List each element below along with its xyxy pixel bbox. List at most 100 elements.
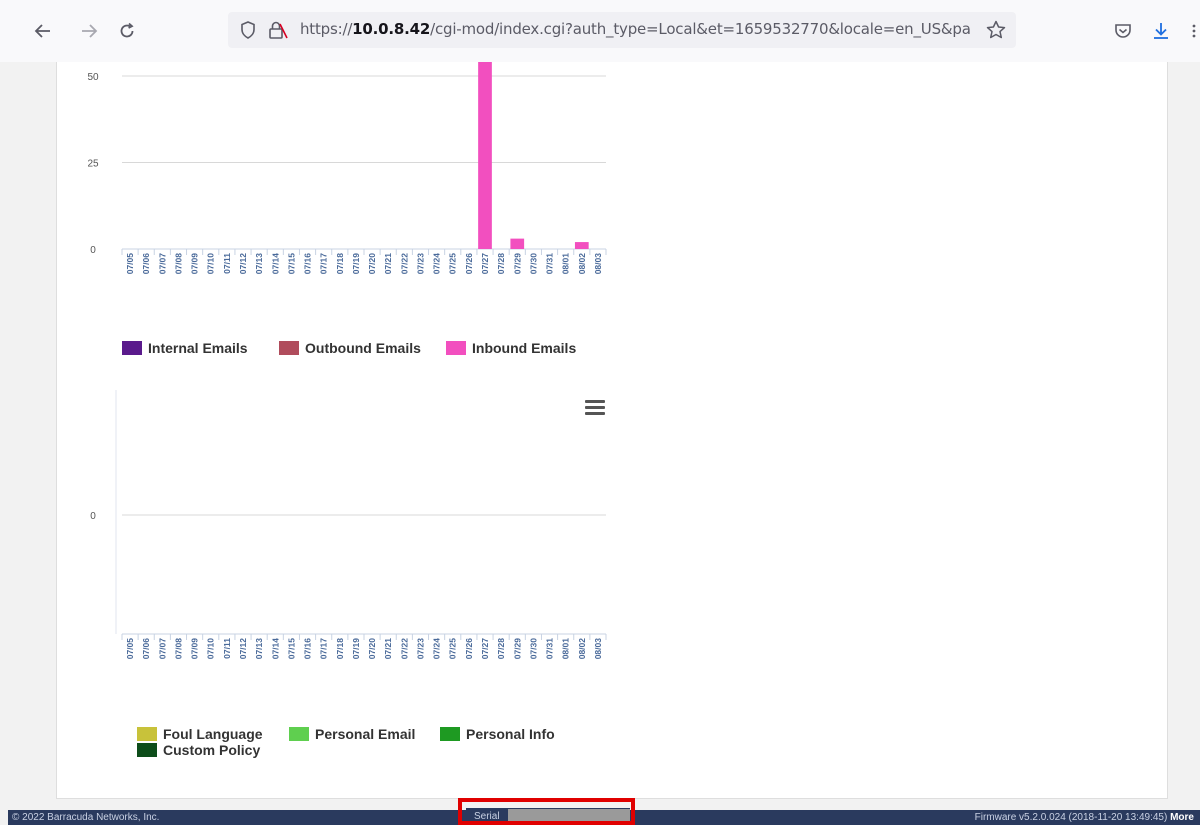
x-tick-label: 07/10 (206, 253, 216, 275)
bar (478, 62, 492, 249)
x-tick-label: 07/29 (512, 638, 522, 660)
legend-swatch (446, 341, 466, 355)
legend-item[interactable]: Outbound Emails (279, 340, 421, 356)
x-tick-label: 07/16 (303, 638, 313, 660)
copyright: © 2022 Barracuda Networks, Inc. (12, 812, 160, 823)
x-tick-label: 07/23 (415, 253, 425, 275)
lock-icon[interactable] (266, 18, 290, 42)
x-tick-label: 07/21 (383, 253, 393, 275)
charts-canvas: 0 25 50 07/05 07/06 07/07 07/08 07/09 07/10 07/11… (87, 62, 607, 660)
x-tick-label: 07/11 (222, 638, 232, 659)
legend-swatch (289, 727, 309, 741)
x-tick-label: 07/24 (432, 253, 442, 275)
legend-label: Inbound Emails (472, 340, 577, 356)
reload-icon[interactable] (114, 18, 140, 44)
x-tick-label: 07/28 (496, 253, 506, 275)
bar (574, 242, 589, 249)
x-tick-label: 07/07 (157, 253, 167, 275)
x-tick-label: 08/01 (561, 253, 571, 275)
y-tick-label: 50 (87, 72, 99, 83)
x-tick-label: 07/27 (480, 253, 490, 275)
x-tick-label: 07/21 (383, 638, 393, 660)
x-tick-label: 07/28 (496, 638, 506, 660)
x-tick-label: 08/03 (593, 638, 603, 660)
x-tick-label: 07/15 (286, 638, 296, 660)
y-tick-label: 0 (90, 511, 96, 522)
legend-item[interactable]: Personal Info (440, 726, 555, 742)
x-tick-label: 07/25 (448, 638, 458, 660)
more-link[interactable]: More (1170, 812, 1194, 823)
legend-label: Foul Language (163, 726, 263, 742)
x-tick-label: 07/12 (238, 638, 248, 660)
legend-swatch (279, 341, 299, 355)
url-text[interactable]: https://10.0.8.42/cgi-mod/index.cgi?auth… (300, 20, 970, 40)
x-tick-label: 07/18 (335, 638, 345, 660)
x-tick-label: 07/24 (432, 638, 442, 660)
back-arrow-icon[interactable] (30, 18, 56, 44)
page-content: 0 25 50 07/05 07/06 07/07 07/08 07/09 07/10 07/11… (0, 62, 1200, 810)
download-icon[interactable] (1150, 20, 1172, 42)
legend-item[interactable]: Personal Email (289, 726, 415, 742)
legend-swatch (440, 727, 460, 741)
x-tick-label: 07/09 (190, 253, 200, 275)
x-tick-label: 07/13 (254, 253, 264, 275)
x-tick-label: 07/07 (157, 638, 167, 660)
x-tick-label: 07/19 (351, 638, 361, 660)
x-tick-label: 07/19 (351, 253, 361, 275)
hamburger-menu-icon[interactable] (585, 400, 605, 416)
x-tick-label: 07/13 (254, 638, 264, 660)
legend-item[interactable]: Internal Emails (122, 340, 248, 356)
x-tick-label: 07/26 (464, 253, 474, 275)
x-tick-label: 07/12 (238, 253, 248, 275)
y-tick-label: 25 (87, 159, 99, 170)
legend-swatch (137, 743, 157, 757)
x-tick-label: 07/31 (545, 253, 555, 275)
x-tick-label: 07/20 (367, 253, 377, 275)
firmware-info: Firmware v5.2.0.024 (2018-11-20 13:49:45… (975, 812, 1194, 823)
x-tick-label: 07/05 (125, 638, 135, 660)
legend-item[interactable]: Inbound Emails (446, 340, 576, 356)
url-host: 10.0.8.42 (352, 20, 431, 38)
y-tick-label: 0 (90, 245, 96, 256)
x-tick-label: 07/10 (206, 638, 216, 660)
x-tick-label: 07/27 (480, 638, 490, 660)
x-tick-label: 07/29 (512, 253, 522, 275)
highlight-box (458, 798, 635, 825)
legend-swatch (122, 341, 142, 355)
legend-label: Custom Policy (163, 742, 261, 758)
x-tick-label: 08/02 (577, 638, 587, 660)
x-tick-label: 07/08 (173, 638, 183, 660)
star-icon[interactable] (984, 18, 1008, 42)
x-tick-label: 07/23 (415, 638, 425, 660)
x-tick-label: 07/14 (270, 638, 280, 660)
x-tick-label: 08/03 (593, 253, 603, 275)
legend-item[interactable]: Foul Language (137, 726, 263, 742)
x-tick-label: 08/01 (561, 638, 571, 660)
x-tick-label: 07/08 (173, 253, 183, 275)
x-tick-label: 07/17 (319, 638, 329, 660)
shield-icon[interactable] (236, 18, 260, 42)
x-tick-label: 07/05 (125, 253, 135, 275)
url-scheme: https:// (300, 20, 353, 38)
x-tick-label: 07/25 (448, 253, 458, 275)
x-tick-label: 07/14 (270, 253, 280, 275)
x-tick-label: 07/22 (399, 253, 409, 275)
x-tick-label: 07/18 (335, 253, 345, 275)
x-tick-label: 07/31 (545, 638, 555, 660)
pocket-icon[interactable] (1112, 20, 1134, 42)
x-tick-label: 07/09 (190, 638, 200, 660)
x-tick-label: 07/30 (528, 253, 538, 275)
legend-item[interactable]: Custom Policy (137, 742, 260, 758)
firmware-version: Firmware v5.2.0.024 (2018-11-20 13:49:45… (974, 812, 1168, 823)
forward-arrow-icon[interactable] (76, 18, 102, 44)
x-tick-label: 07/17 (319, 253, 329, 275)
x-tick-label: 07/26 (464, 638, 474, 660)
browser-toolbar: https://10.0.8.42/cgi-mod/index.cgi?auth… (0, 0, 1200, 62)
legend-swatch (137, 727, 157, 741)
url-path: /cgi-mod/index.cgi?auth_type=Local&et=16… (430, 20, 970, 38)
overflow-menu-icon[interactable] (1188, 20, 1200, 42)
x-tick-label: 07/15 (286, 253, 296, 275)
url-bar[interactable]: https://10.0.8.42/cgi-mod/index.cgi?auth… (228, 12, 1016, 48)
bar (510, 238, 525, 249)
x-tick-label: 07/30 (528, 638, 538, 660)
